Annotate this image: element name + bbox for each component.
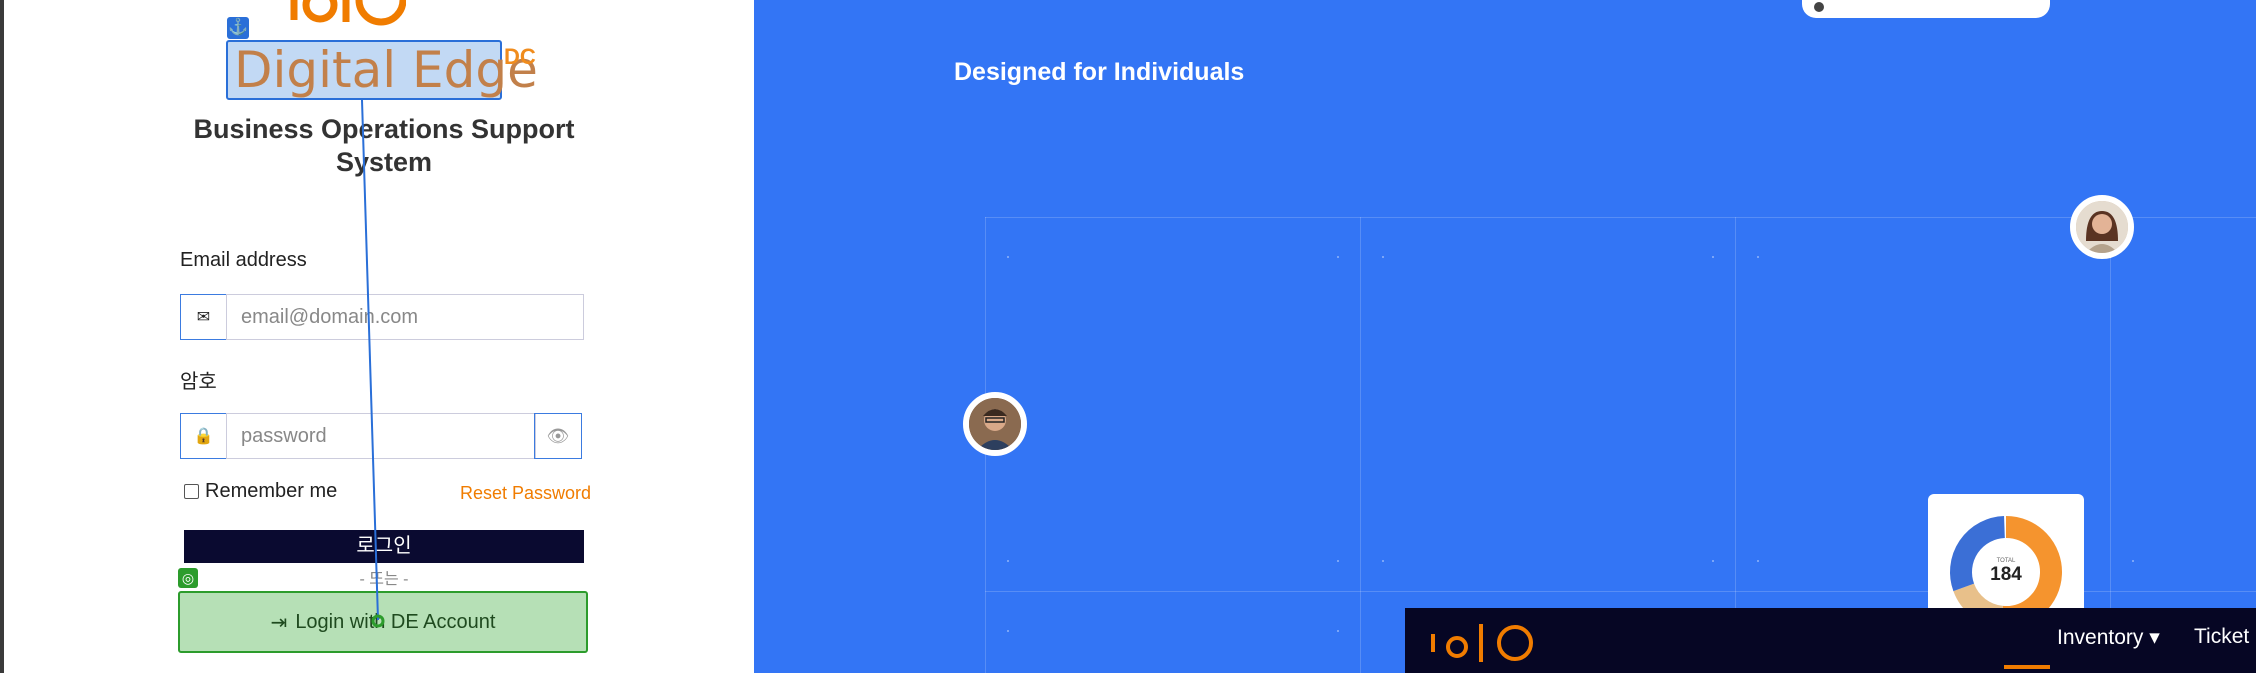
person-icon <box>969 398 1021 450</box>
grid-line <box>2110 217 2111 673</box>
sign-in-icon: ⇥ <box>270 611 288 634</box>
anchor-icon: ⚓ <box>227 17 249 39</box>
remember-label: Remember me <box>205 480 338 502</box>
nav-item-ticket[interactable]: Ticket <box>2194 625 2249 649</box>
company-logo-icon <box>290 0 406 26</box>
login-panel: ⚓ Digital Edge DC Business Operations Su… <box>4 0 754 673</box>
grid-dot <box>1712 256 1714 258</box>
hero-panel: Designed for Individuals TOTAL 184 Inven… <box>754 0 2256 673</box>
grid-line <box>1360 217 1361 673</box>
grid-dot <box>1337 630 1339 632</box>
de-button-label: Login with DE Account <box>295 610 496 633</box>
donut-total-value: 184 <box>1990 564 2022 585</box>
avatar <box>963 392 1027 456</box>
or-divider: - 또는 - <box>359 571 409 588</box>
grid-dot <box>1382 256 1384 258</box>
eye-icon[interactable]: 👁 <box>534 413 582 459</box>
brand-name: Digital Edge <box>234 41 538 99</box>
envelope-icon: ✉ <box>180 294 226 340</box>
hero-title: Designed for Individuals <box>954 58 1245 86</box>
password-field[interactable]: password <box>226 413 536 459</box>
grid-dot <box>1757 256 1759 258</box>
page-subtitle: Business Operations Support System <box>193 114 575 177</box>
company-logo-icon <box>1431 624 1533 662</box>
grid-dot <box>1757 560 1759 562</box>
email-label: Email address <box>180 249 307 271</box>
login-button[interactable]: 로그인 <box>184 530 584 563</box>
avatar <box>2070 195 2134 259</box>
login-page: ⚓ Digital Edge DC Business Operations Su… <box>0 0 2256 673</box>
grid-dot <box>1337 256 1339 258</box>
email-group: ✉ email@domain.com <box>180 294 584 340</box>
email-field[interactable]: email@domain.com <box>226 294 584 340</box>
grid-dot <box>1337 560 1339 562</box>
grid-line <box>985 217 2256 218</box>
password-group: 🔒 password <box>180 413 584 459</box>
top-search-pill <box>1802 0 2050 18</box>
de-account-login-button[interactable]: ⇥ Login with DE Account <box>178 591 588 653</box>
remember-checkbox[interactable] <box>184 484 199 499</box>
target-icon: ◎ <box>178 568 198 588</box>
grid-dot <box>1712 560 1714 562</box>
lock-icon: 🔒 <box>180 413 226 459</box>
grid-line <box>1735 217 1736 673</box>
grid-dot <box>2132 560 2134 562</box>
nav-active-indicator <box>2004 665 2050 669</box>
password-label: 암호 <box>180 371 217 393</box>
grid-dot <box>1382 560 1384 562</box>
grid-dot <box>1007 560 1009 562</box>
grid-dot <box>1007 256 1009 258</box>
grid-dot <box>1007 630 1009 632</box>
remember-me[interactable]: Remember me <box>184 480 337 503</box>
brand-suffix: DC <box>504 44 536 69</box>
nav-item-inventory[interactable]: Inventory ▾ <box>2057 625 2160 650</box>
person-icon <box>2076 201 2128 253</box>
reset-password-link[interactable]: Reset Password <box>460 483 591 504</box>
pill-icon <box>1814 2 1824 12</box>
